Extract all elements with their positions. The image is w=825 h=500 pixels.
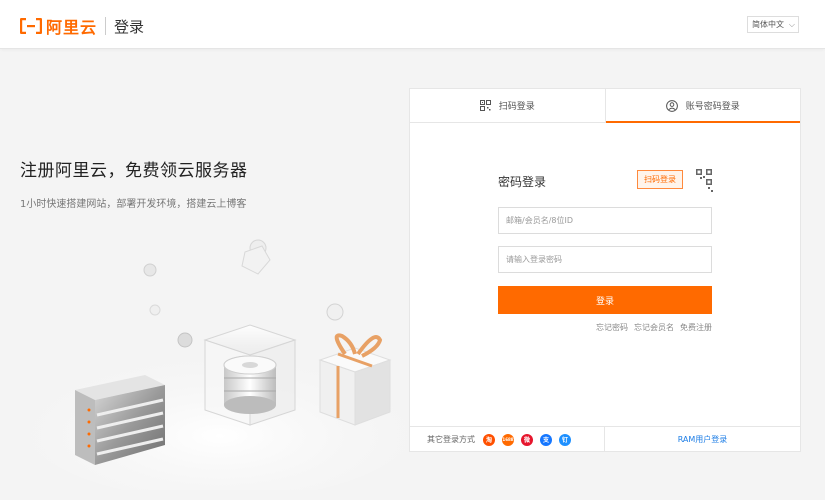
card-footer: 其它登录方式 淘 1688 微 支 钉 RAM用户登录 <box>410 426 800 452</box>
tab-qr-label: 扫码登录 <box>498 102 535 112</box>
qr-code-icon <box>479 100 491 111</box>
login-button[interactable]: 登录 <box>498 286 712 314</box>
qr-switch-icon[interactable] <box>686 168 714 196</box>
aliyun-logo-icon <box>20 18 42 34</box>
aliyun-logo[interactable]: 阿里云 登录 <box>20 14 144 38</box>
chevron-down-icon: ⌵ <box>788 20 795 29</box>
top-header: 阿里云 登录 简体中文 ⌵ <box>0 0 825 49</box>
page-title: 登录 <box>114 17 145 36</box>
taobao-icon[interactable]: 淘 <box>483 433 495 446</box>
forgot-password-link[interactable]: 忘记密码 <box>596 322 628 333</box>
login-tabs: 扫码登录 账号密码登录 <box>410 89 800 123</box>
help-links: 忘记密码 忘记会员名 免费注册 <box>596 322 712 333</box>
account-input[interactable] <box>498 207 712 234</box>
user-icon <box>665 99 678 112</box>
alipay-icon[interactable]: 支 <box>540 433 552 446</box>
tab-qr-login[interactable]: 扫码登录 <box>410 89 605 122</box>
tab-password-login[interactable]: 账号密码登录 <box>604 89 801 123</box>
logo-divider <box>105 17 107 35</box>
other-login-methods: 其它登录方式 淘 1688 微 支 钉 <box>410 427 605 452</box>
hero-section: 注册阿里云，免费领云服务器 1小时快速搭建网站，部署开发环境，搭建云上博客 <box>0 50 410 500</box>
hero-illustration <box>30 239 410 490</box>
weibo-icon[interactable]: 微 <box>521 433 533 446</box>
glass-storage-cube <box>203 324 297 426</box>
hero-title: 注册阿里云，免费领云服务器 <box>20 161 248 181</box>
alipay-oversea-icon[interactable]: 1688 <box>502 433 514 446</box>
tab-password-label: 账号密码登录 <box>685 102 740 112</box>
forgot-username-link[interactable]: 忘记会员名 <box>634 322 674 333</box>
language-select[interactable]: 简体中文 ⌵ <box>747 16 799 33</box>
password-input[interactable] <box>498 246 712 273</box>
brand-name: 阿里云 <box>46 18 98 37</box>
hero-subtitle: 1小时快速搭建网站，部署开发环境，搭建云上博客 <box>20 199 247 210</box>
other-login-label: 其它登录方式 <box>427 435 475 444</box>
gift-box <box>318 333 392 426</box>
login-card: 扫码登录 账号密码登录 密码登录 扫码登录 邮箱/会员名/8位ID 登录 忘记密… <box>409 88 801 452</box>
language-label: 简体中文 <box>752 20 784 29</box>
dingtalk-icon[interactable]: 钉 <box>559 433 571 446</box>
ram-login-link[interactable]: RAM用户登录 <box>605 427 800 452</box>
free-register-link[interactable]: 免费注册 <box>680 322 712 333</box>
form-title: 密码登录 <box>498 175 547 189</box>
scan-login-tip[interactable]: 扫码登录 <box>637 170 683 189</box>
